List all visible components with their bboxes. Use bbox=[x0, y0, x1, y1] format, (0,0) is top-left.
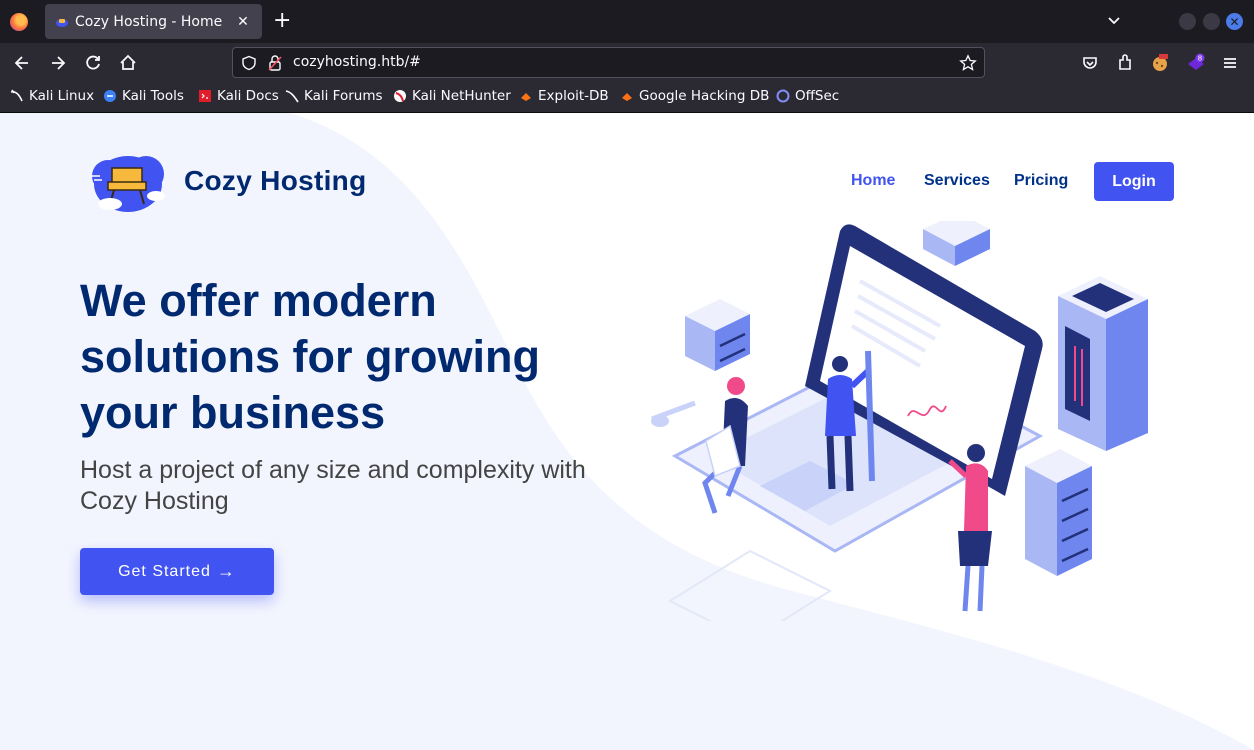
cozy-hosting-favicon-icon bbox=[56, 18, 68, 27]
bookmark-kali-linux[interactable]: Kali Linux bbox=[10, 88, 94, 104]
hero-subtitle: Host a project of any size and complexit… bbox=[80, 456, 586, 515]
hero-title: We offer modern solutions for growing yo… bbox=[80, 275, 540, 438]
server-tower-icon bbox=[1058, 276, 1148, 451]
ghdb-icon bbox=[622, 93, 632, 101]
bookmark-star-icon[interactable] bbox=[959, 54, 977, 72]
new-tab-button[interactable]: + bbox=[273, 9, 291, 33]
back-icon[interactable] bbox=[12, 53, 32, 73]
url-text: cozyhosting.htb/# bbox=[293, 54, 421, 70]
get-started-label: Get Started bbox=[118, 562, 211, 580]
hero-illustration bbox=[651, 221, 1148, 621]
extensions-icon[interactable] bbox=[1115, 53, 1135, 73]
maximize-window-button[interactable] bbox=[1203, 13, 1220, 30]
cookie-editor-extension-icon[interactable] bbox=[1150, 53, 1170, 73]
person-woman-icon bbox=[948, 444, 992, 612]
bookmark-offsec[interactable]: OffSec bbox=[776, 88, 839, 104]
bookmark-kali-docs[interactable]: Kali Docs bbox=[198, 88, 279, 104]
bookmark-label: Kali Tools bbox=[122, 88, 184, 104]
foxyproxy-extension-icon[interactable]: 8 bbox=[1186, 53, 1206, 73]
home-icon[interactable] bbox=[118, 53, 138, 73]
browser-nav-bar: cozyhosting.htb/# 8 bbox=[0, 43, 1254, 82]
bookmark-kali-nethunter[interactable]: Kali NetHunter bbox=[393, 88, 511, 104]
server-stack-left-icon bbox=[685, 299, 750, 371]
browser-tab-bar: Cozy Hosting - Home ✕ + ✕ bbox=[0, 0, 1254, 43]
web-page: Cozy Hosting Home Services Pricing Login… bbox=[0, 113, 1254, 750]
nav-services-link[interactable]: Services bbox=[924, 172, 990, 190]
nav-pricing-link[interactable]: Pricing bbox=[1014, 172, 1068, 190]
server-stack-right-icon bbox=[1025, 449, 1092, 576]
list-all-tabs-icon[interactable] bbox=[1106, 12, 1122, 28]
kali-forums-icon bbox=[285, 90, 299, 103]
url-bar[interactable]: cozyhosting.htb/# bbox=[232, 47, 985, 78]
tab-title: Cozy Hosting - Home bbox=[75, 13, 223, 30]
browser-tab-active[interactable]: Cozy Hosting - Home ✕ bbox=[45, 4, 262, 39]
get-started-button[interactable]: Get Started → bbox=[80, 548, 274, 595]
close-window-button[interactable]: ✕ bbox=[1226, 13, 1243, 30]
bookmark-exploit-db[interactable]: Exploit-DB bbox=[519, 88, 609, 104]
bookmark-label: Kali Forums bbox=[304, 88, 383, 104]
forward-icon[interactable] bbox=[48, 53, 68, 73]
bookmark-label: Exploit-DB bbox=[538, 88, 609, 104]
firefox-view-button[interactable] bbox=[0, 0, 38, 43]
server-top-icon bbox=[923, 221, 990, 266]
offsec-icon bbox=[776, 89, 790, 103]
minimize-window-button[interactable] bbox=[1179, 13, 1196, 30]
kali-dragon-icon bbox=[10, 89, 23, 102]
bookmark-label: OffSec bbox=[795, 88, 840, 104]
reload-icon[interactable] bbox=[83, 53, 103, 73]
bookmark-google-hacking-db[interactable]: Google Hacking DB bbox=[620, 88, 769, 104]
tab-close-icon[interactable]: ✕ bbox=[234, 14, 252, 30]
login-button[interactable]: Login bbox=[1094, 162, 1174, 201]
arrow-right-icon: → bbox=[216, 561, 236, 581]
kali-tools-icon bbox=[104, 90, 116, 102]
exploit-db-icon bbox=[521, 93, 531, 101]
bookmark-kali-forums[interactable]: Kali Forums bbox=[285, 88, 383, 104]
extension-badge-count: 8 bbox=[1198, 55, 1202, 63]
nethunter-icon bbox=[394, 90, 406, 102]
bookmark-label: Google Hacking DB bbox=[639, 88, 770, 104]
app-menu-icon[interactable] bbox=[1220, 53, 1240, 73]
bookmark-label: Kali Linux bbox=[29, 88, 95, 104]
tracking-protection-shield-icon[interactable] bbox=[241, 55, 257, 71]
bookmark-label: Kali Docs bbox=[217, 88, 279, 104]
bookmark-label: Kali NetHunter bbox=[412, 88, 511, 104]
bookmarks-toolbar: Kali Linux Kali Tools Kali Docs Kali For… bbox=[0, 82, 1254, 113]
nav-home-link[interactable]: Home bbox=[851, 172, 895, 190]
kali-docs-icon bbox=[199, 90, 211, 102]
bookmark-kali-tools[interactable]: Kali Tools bbox=[103, 88, 184, 104]
insecure-lock-icon[interactable] bbox=[267, 54, 283, 72]
site-navigation: Home Services Pricing Login bbox=[0, 162, 1254, 202]
firefox-icon bbox=[10, 12, 28, 31]
pocket-icon[interactable] bbox=[1080, 53, 1100, 73]
